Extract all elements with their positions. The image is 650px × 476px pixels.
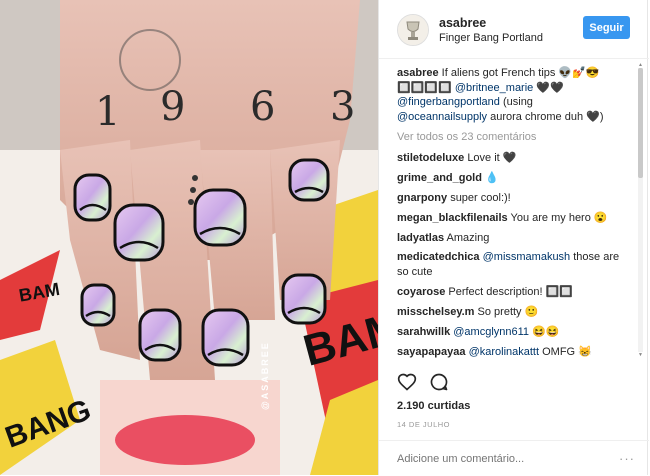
- speech-bubble-icon: [430, 373, 448, 391]
- like-button[interactable]: [397, 372, 417, 397]
- post-caption: asabree If aliens got French tips 👽💅😎 🔲🔲…: [397, 66, 633, 124]
- comment-text: You are my hero 😮: [510, 211, 608, 224]
- comment-text: Amazing: [446, 231, 490, 244]
- caption-username[interactable]: asabree: [397, 67, 439, 79]
- comment-row: sayapapayaa @karolinakattt OMFG 😸: [397, 345, 633, 360]
- trophy-avatar-icon: [398, 15, 428, 45]
- likes-count[interactable]: 2.190 curtidas: [397, 400, 470, 412]
- comment-username[interactable]: megan_blackfilenails: [397, 212, 508, 224]
- nails-photo-illustration: BAM BANG BAM 1 9 6 3 @ASABREE: [0, 0, 378, 475]
- caption-text: aurora chrome duh 🖤): [490, 110, 604, 123]
- add-comment-bar: ···: [379, 440, 649, 476]
- comment-row: gnarpony super cool:)!: [397, 191, 633, 206]
- comment-row: ladyatlas Amazing: [397, 231, 633, 246]
- comment-text: Love it 🖤: [467, 151, 517, 164]
- avatar[interactable]: [397, 14, 429, 46]
- scroll-down-arrow[interactable]: ▼: [638, 352, 643, 358]
- comment-username[interactable]: misschelsey.m: [397, 306, 474, 318]
- comment-username[interactable]: coyarose: [397, 286, 445, 298]
- comment-row: stiletodeluxe Love it 🖤: [397, 151, 633, 166]
- post-side-panel: asabree Finger Bang Portland Seguir asab…: [378, 0, 649, 476]
- post-location[interactable]: Finger Bang Portland: [439, 32, 543, 44]
- comment-mention[interactable]: @karolinakattt: [469, 346, 539, 358]
- comment-text: So pretty 🙂: [477, 305, 539, 318]
- follow-button[interactable]: Seguir: [583, 16, 630, 39]
- comment-username[interactable]: gnarpony: [397, 192, 447, 204]
- caption-mention[interactable]: @oceannailsupply: [397, 111, 487, 123]
- view-all-comments-link[interactable]: Ver todos os 23 comentários: [397, 130, 633, 145]
- comment-username[interactable]: sarahwillk: [397, 326, 450, 338]
- more-options-icon[interactable]: ···: [619, 451, 635, 466]
- svg-text:9: 9: [160, 84, 185, 130]
- caption-mention[interactable]: @fingerbangportland: [397, 96, 500, 108]
- comment-row: misschelsey.m So pretty 🙂: [397, 305, 633, 320]
- scroll-thumb[interactable]: [638, 68, 643, 178]
- svg-text:1: 1: [95, 89, 120, 135]
- post-photo[interactable]: BAM BANG BAM 1 9 6 3 @ASABREE: [0, 0, 378, 475]
- caption-text: (using: [502, 96, 533, 109]
- heart-icon: [397, 373, 417, 391]
- svg-text:3: 3: [330, 84, 355, 130]
- caption-text: 🔲🔲🔲🔲: [397, 81, 452, 94]
- comment-username[interactable]: ladyatlas: [397, 232, 444, 244]
- comment-button[interactable]: [429, 372, 449, 397]
- comments-list[interactable]: asabree If aliens got French tips 👽💅😎 🔲🔲…: [397, 66, 633, 366]
- caption-text: If aliens got French tips 👽💅😎: [441, 67, 600, 79]
- post-username[interactable]: asabree: [439, 16, 486, 30]
- caption-mention[interactable]: @britnee_marie: [455, 82, 533, 94]
- post-actions: [397, 372, 637, 394]
- add-comment-input[interactable]: [397, 451, 607, 467]
- comment-mention[interactable]: @missmamakush: [483, 251, 571, 263]
- comments-scrollbar[interactable]: ▲ ▼: [638, 62, 643, 358]
- comment-text: 💧: [485, 171, 499, 184]
- comment-username[interactable]: stiletodeluxe: [397, 152, 464, 164]
- post-date[interactable]: 14 DE JULHO: [397, 420, 450, 429]
- comment-text: 😆😆: [532, 325, 560, 338]
- comment-text: Perfect description! 🔲🔲: [448, 285, 573, 298]
- comment-username[interactable]: grime_and_gold: [397, 172, 482, 184]
- comment-row: medicatedchica @missmamakush those are s…: [397, 250, 633, 279]
- caption-text: 🖤🖤: [536, 81, 564, 94]
- comment-text: super cool:)!: [450, 191, 511, 204]
- comment-mention[interactable]: @amcglynn611: [453, 326, 529, 338]
- comment-username[interactable]: sayapapayaa: [397, 346, 466, 358]
- photo-watermark: @ASABREE: [260, 341, 270, 410]
- comment-text: OMFG 😸: [542, 345, 592, 358]
- post-header: asabree Finger Bang Portland Seguir: [379, 0, 649, 59]
- svg-text:6: 6: [250, 84, 275, 130]
- comment-row: coyarose Perfect description! 🔲🔲: [397, 285, 633, 300]
- comment-row: megan_blackfilenails You are my hero 😮: [397, 211, 633, 226]
- comment-username[interactable]: medicatedchica: [397, 251, 480, 263]
- comment-row: sarahwillk @amcglynn611 😆😆: [397, 325, 633, 340]
- comment-container: stiletodeluxe Love it 🖤 grime_and_gold 💧 g…: [397, 151, 633, 359]
- comment-row: grime_and_gold 💧: [397, 171, 633, 186]
